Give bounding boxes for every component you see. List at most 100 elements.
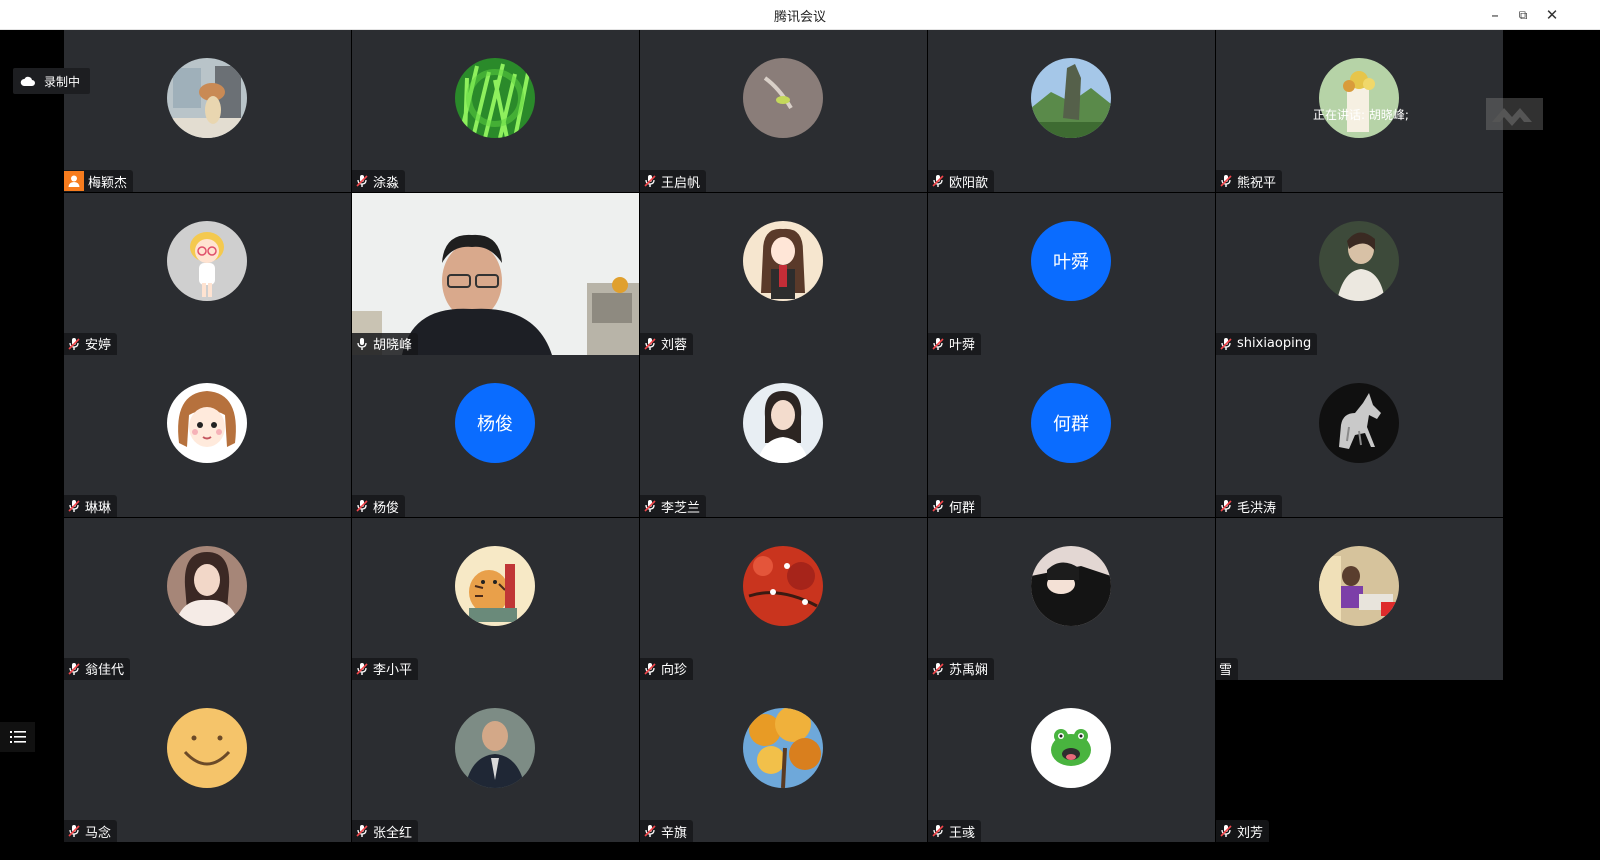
participant-tile[interactable]: 苏禹娴 [928, 517, 1215, 680]
participant-name-tag: 张全红 [352, 820, 419, 843]
avatar [1319, 58, 1399, 138]
mic-muted-icon [356, 500, 368, 513]
participant-tile[interactable]: shixiaoping [1216, 192, 1503, 355]
participant-name-tag: 辛旗 [640, 820, 694, 843]
participant-name: 梅颖杰 [88, 175, 128, 191]
host-icon [64, 171, 84, 191]
avatar [1319, 383, 1399, 464]
participant-name-tag: 琳琳 [64, 495, 118, 518]
avatar [167, 545, 247, 626]
mic-muted-icon [1220, 825, 1232, 838]
participant-name: 熊祝平 [1237, 175, 1277, 191]
avatar: 叶舜 [1031, 220, 1111, 301]
participant-tile[interactable]: 翁佳代 [64, 517, 351, 680]
participant-name: 李小平 [373, 663, 413, 679]
mic-muted-icon [644, 175, 656, 187]
participant-tile[interactable]: 马念 [64, 680, 351, 843]
mic-muted-icon [356, 825, 368, 838]
watermark-logo [1486, 98, 1543, 130]
list-icon [9, 731, 26, 743]
participant-name: 何群 [949, 500, 976, 516]
mic-muted-icon [356, 662, 368, 675]
speaking-indicator: 正在讲话: 胡晓峰; [1313, 108, 1409, 122]
participant-name-tag: 马念 [64, 820, 118, 843]
avatar [1031, 545, 1111, 626]
mic-muted-icon [1220, 175, 1232, 187]
participant-tile[interactable]: 雪 [1216, 517, 1503, 680]
participant-tile[interactable]: 刘蓉 [640, 192, 927, 355]
avatar: 杨俊 [455, 383, 535, 464]
participant-name: 刘芳 [1237, 825, 1264, 841]
close-icon[interactable]: ✕ [1541, 4, 1563, 26]
participant-name-tag: 向珍 [640, 657, 694, 680]
participant-tile[interactable]: 李小平 [352, 517, 639, 680]
participant-tile[interactable]: 杨俊 杨俊 [352, 355, 639, 518]
participant-name: shixiaoping [1237, 336, 1312, 352]
participant-name: 马念 [85, 825, 112, 841]
participant-name-tag: 刘芳 [1216, 820, 1270, 843]
participant-grid: 梅颖杰 涂淼 王启帆 欧阳歆 熊祝平 安婷 胡晓峰 刘蓉 叶舜 叶舜 shixiaoping 琳琳 杨俊… [64, 30, 1534, 860]
avatar [455, 58, 535, 138]
avatar [167, 383, 247, 464]
meeting-stage: 梅颖杰 涂淼 王启帆 欧阳歆 熊祝平 安婷 胡晓峰 刘蓉 叶舜 叶舜 shixiaoping 琳琳 杨俊… [0, 30, 1600, 860]
participant-name-tag: shixiaoping [1216, 332, 1318, 355]
avatar: 何群 [1031, 383, 1111, 464]
member-list-button[interactable] [0, 722, 35, 752]
participant-tile[interactable]: 张全红 [352, 680, 639, 843]
participant-tile[interactable]: 何群 何群 [928, 355, 1215, 518]
avatar [1031, 708, 1111, 789]
mic-muted-icon [644, 500, 656, 513]
participant-name-tag: 毛洪涛 [1216, 495, 1283, 518]
mic-muted-icon [68, 662, 80, 675]
participant-name: 欧阳歆 [949, 175, 989, 191]
participant-tile[interactable]: 欧阳歆 [928, 30, 1215, 192]
live-video-feed [352, 192, 639, 355]
participant-name: 李芝兰 [661, 500, 701, 516]
participant-tile[interactable]: 胡晓峰 [352, 192, 639, 355]
participant-name: 雪 [1219, 663, 1233, 679]
participant-name-tag: 熊祝平 [1216, 170, 1283, 192]
participant-name-tag: 杨俊 [352, 495, 406, 518]
participant-name-tag: 安婷 [64, 332, 118, 355]
avatar [743, 383, 823, 464]
participant-tile[interactable]: 辛旗 [640, 680, 927, 843]
participant-name: 涂淼 [373, 175, 400, 191]
title-bar: 腾讯会议 – ⧉ ✕ [0, 0, 1600, 30]
cloud-icon [20, 76, 35, 86]
participant-tile[interactable]: 梅颖杰 [64, 30, 351, 192]
participant-name-tag: 雪 [1216, 657, 1239, 680]
mic-muted-icon [932, 662, 944, 675]
participant-tile[interactable]: 琳琳 [64, 355, 351, 518]
participant-tile[interactable]: 王启帆 [640, 30, 927, 192]
participant-tile[interactable]: 叶舜 叶舜 [928, 192, 1215, 355]
avatar [743, 220, 823, 301]
participant-name: 琳琳 [85, 500, 112, 516]
participant-tile[interactable]: 刘芳 [1216, 680, 1503, 843]
participant-tile[interactable]: 王彧 [928, 680, 1215, 843]
mic-muted-icon [932, 825, 944, 838]
mic-muted-icon [1220, 337, 1232, 350]
participant-name: 叶舜 [949, 338, 976, 354]
window-title: 腾讯会议 [773, 10, 826, 25]
participant-tile[interactable]: 李芝兰 [640, 355, 927, 518]
mic-muted-icon [68, 337, 80, 350]
mic-muted-icon [644, 662, 656, 675]
minimize-icon[interactable]: – [1484, 4, 1506, 26]
avatar [1031, 58, 1111, 138]
participant-name-tag: 王彧 [928, 820, 982, 843]
participant-tile[interactable]: 毛洪涛 [1216, 355, 1503, 518]
participant-name-tag: 叶舜 [928, 332, 982, 355]
mic-muted-icon [68, 500, 80, 513]
participant-name-tag: 涂淼 [352, 170, 406, 192]
participant-tile[interactable]: 安婷 [64, 192, 351, 355]
participant-name-tag: 何群 [928, 495, 982, 518]
mic-muted-icon [932, 337, 944, 350]
avatar [167, 220, 247, 301]
recording-badge[interactable]: 录制中 [13, 68, 91, 94]
restore-icon[interactable]: ⧉ [1512, 4, 1534, 26]
tencent-meeting-logo-icon [1492, 108, 1532, 126]
mic-muted-icon [644, 337, 656, 350]
participant-tile[interactable]: 向珍 [640, 517, 927, 680]
participant-tile[interactable]: 涂淼 [352, 30, 639, 192]
participant-name: 向珍 [661, 663, 688, 679]
